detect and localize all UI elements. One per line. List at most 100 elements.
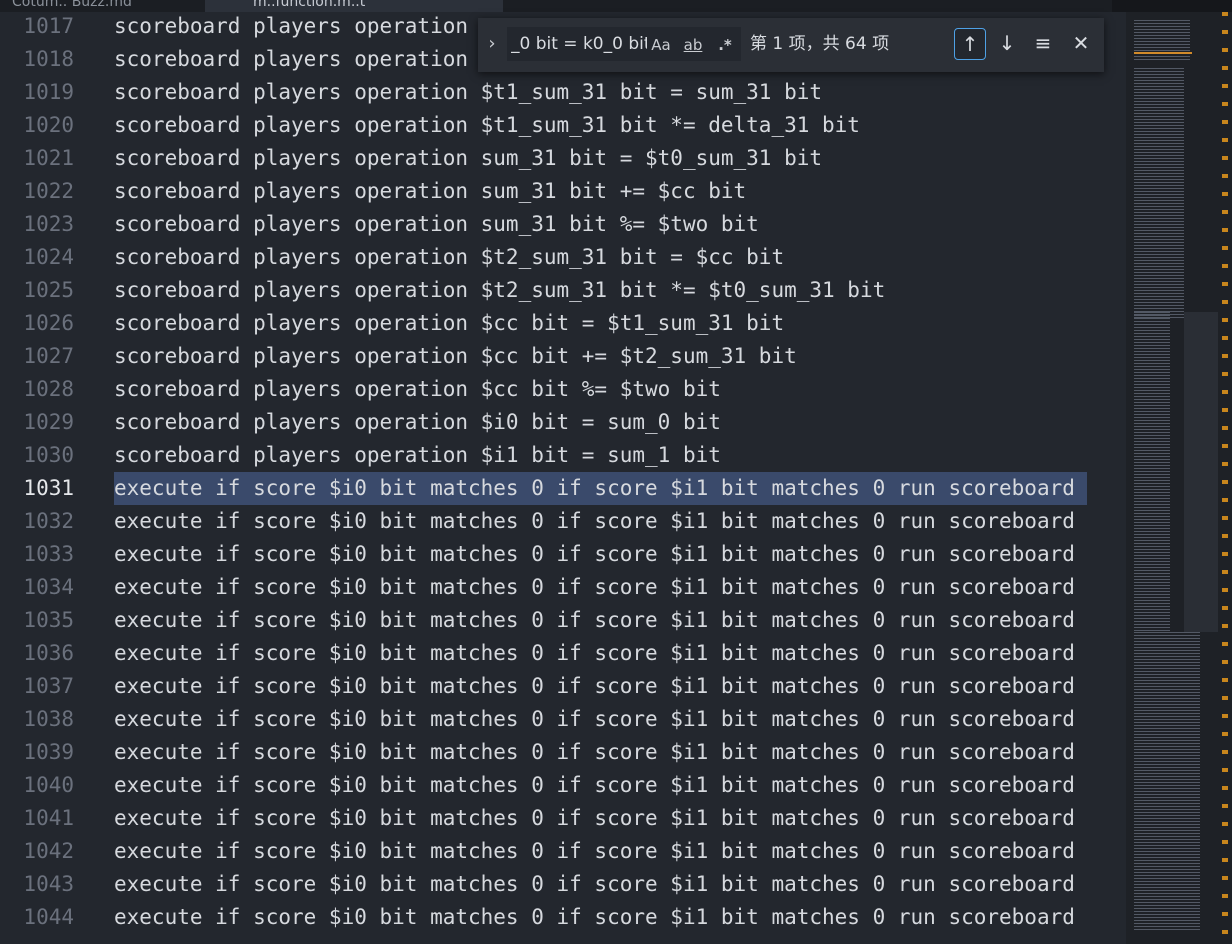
minimap-slider[interactable]: [1134, 52, 1192, 69]
code-line[interactable]: 1035 execute if score $i0 bit matches 0 i…: [0, 604, 1126, 637]
code-line[interactable]: 1019 scoreboard players operation $t1_sum…: [0, 76, 1126, 109]
line-code: scoreboard players operation $i0 bit = s…: [114, 410, 721, 434]
next-match-button[interactable]: ↓: [992, 28, 1022, 58]
tab-inactive[interactable]: Cotum.. Buzz.md: [0, 0, 204, 12]
code-line[interactable]: 1026 scoreboard players operation $cc bit…: [0, 307, 1126, 340]
line-number: 1032: [23, 509, 74, 533]
line-number: 1025: [23, 278, 74, 302]
line-number: 1042: [23, 839, 74, 863]
code-line[interactable]: 1034 execute if score $i0 bit matches 0 i…: [0, 571, 1126, 604]
line-code: scoreboard players operation $cc bit += …: [114, 344, 797, 368]
tab-bar: Cotum.. Buzz.md m..function.m..t: [0, 0, 1232, 12]
code-line[interactable]: 1028 scoreboard players operation $cc bit…: [0, 373, 1126, 406]
line-number: 1041: [23, 806, 74, 830]
code-line[interactable]: 1025 scoreboard players operation $t2_sum…: [0, 274, 1126, 307]
code-line[interactable]: 1027 scoreboard players operation $cc bit…: [0, 340, 1126, 373]
code-line[interactable]: 1030 scoreboard players operation $i1 bit…: [0, 439, 1126, 472]
line-code: scoreboard players operation: [114, 14, 469, 38]
previous-match-button[interactable]: ↑: [954, 28, 986, 60]
line-code: execute if score $i0 bit matches 0 if sc…: [114, 773, 1075, 797]
find-input-box: Aa ab .*: [506, 26, 742, 62]
line-number: 1040: [23, 773, 74, 797]
minimap-scrollbar[interactable]: [1184, 312, 1218, 632]
line-code: scoreboard players operation $t2_sum_31 …: [114, 278, 886, 302]
code-line[interactable]: 1041 execute if score $i0 bit matches 0 i…: [0, 802, 1126, 835]
line-number: 1029: [23, 410, 74, 434]
line-code: execute if score $i0 bit matches 0 if sc…: [114, 608, 1075, 632]
line-code: scoreboard players operation $cc bit %= …: [114, 377, 721, 401]
line-number: 1022: [23, 179, 74, 203]
line-number: 1023: [23, 212, 74, 236]
whole-word-toggle[interactable]: ab: [679, 33, 707, 57]
line-code: scoreboard players operation $cc bit = $…: [114, 311, 785, 335]
close-find-button[interactable]: ✕: [1066, 28, 1096, 58]
code-line[interactable]: 1022 scoreboard players operation sum_31 …: [0, 175, 1126, 208]
line-number: 1034: [23, 575, 74, 599]
line-code: execute if score $i0 bit matches 0 if sc…: [114, 472, 1087, 505]
code-line[interactable]: 1043 execute if score $i0 bit matches 0 i…: [0, 868, 1126, 901]
match-case-toggle[interactable]: Aa: [649, 33, 673, 57]
chevron-right-icon: ›: [488, 33, 496, 54]
code-line[interactable]: 1023 scoreboard players operation sum_31 …: [0, 208, 1126, 241]
code-line[interactable]: 1044 execute if score $i0 bit matches 0 i…: [0, 901, 1126, 934]
line-code: scoreboard players operation sum_31 bit …: [114, 146, 823, 170]
line-number: 1037: [23, 674, 74, 698]
line-code: scoreboard players operation sum_31 bit …: [114, 212, 759, 236]
find-input[interactable]: [511, 31, 647, 57]
line-number: 1035: [23, 608, 74, 632]
line-code: execute if score $i0 bit matches 0 if sc…: [114, 674, 1075, 698]
code-line[interactable]: 1039 execute if score $i0 bit matches 0 i…: [0, 736, 1126, 769]
find-toggle-replace-button[interactable]: ›: [482, 32, 502, 56]
code-line[interactable]: 1036 execute if score $i0 bit matches 0 i…: [0, 637, 1126, 670]
code-line[interactable]: 1042 execute if score $i0 bit matches 0 i…: [0, 835, 1126, 868]
find-widget: › Aa ab .* 第 1 项，共 64 项 ↑ ↓ ≡ ✕: [478, 18, 1104, 72]
code-line[interactable]: 1021 scoreboard players operation sum_31 …: [0, 142, 1126, 175]
line-number: 1026: [23, 311, 74, 335]
code-line[interactable]: 1040 execute if score $i0 bit matches 0 i…: [0, 769, 1126, 802]
line-code: execute if score $i0 bit matches 0 if sc…: [114, 542, 1075, 566]
line-number: 1024: [23, 245, 74, 269]
line-number: 1031: [23, 476, 74, 500]
code-line[interactable]: 1024 scoreboard players operation $t2_sum…: [0, 241, 1126, 274]
line-code: execute if score $i0 bit matches 0 if sc…: [114, 740, 1075, 764]
minimap-code-lower: [1134, 632, 1200, 932]
code-line[interactable]: 1033 execute if score $i0 bit matches 0 i…: [0, 538, 1126, 571]
line-code: execute if score $i0 bit matches 0 if sc…: [114, 509, 1075, 533]
line-code: scoreboard players operation: [114, 47, 469, 71]
close-icon: ✕: [1072, 31, 1090, 55]
line-code: execute if score $i0 bit matches 0 if sc…: [114, 641, 1075, 665]
line-number: 1043: [23, 872, 74, 896]
tab-active[interactable]: m..function.m..t: [205, 0, 503, 12]
line-code: execute if score $i0 bit matches 0 if sc…: [114, 839, 1075, 863]
arrow-down-icon: ↓: [998, 31, 1016, 55]
line-number: 1017: [23, 14, 74, 38]
code-line[interactable]: 1037 execute if score $i0 bit matches 0 i…: [0, 670, 1126, 703]
line-number: 1019: [23, 80, 74, 104]
find-result-count: 第 1 项，共 64 项: [750, 34, 890, 54]
line-code: execute if score $i0 bit matches 0 if sc…: [114, 575, 1075, 599]
arrow-up-icon: ↑: [961, 32, 979, 56]
line-number: 1044: [23, 905, 74, 929]
line-number: 1018: [23, 47, 74, 71]
code-line[interactable]: 1032 execute if score $i0 bit matches 0 i…: [0, 505, 1126, 538]
line-number: 1039: [23, 740, 74, 764]
line-code: scoreboard players operation $i1 bit = s…: [114, 443, 721, 467]
minimap-code-middle: [1134, 312, 1170, 632]
code-editor[interactable]: 1017 scoreboard players operation 1018 scor…: [0, 12, 1126, 944]
line-code: execute if score $i0 bit matches 0 if sc…: [114, 905, 1075, 929]
minimap-search-markers: [1222, 12, 1228, 944]
line-number: 1038: [23, 707, 74, 731]
code-line[interactable]: 1031 execute if score $i0 bit matches 0 i…: [0, 472, 1126, 505]
line-code: scoreboard players operation sum_31 bit …: [114, 179, 747, 203]
line-number: 1036: [23, 641, 74, 665]
line-number: 1021: [23, 146, 74, 170]
regex-toggle[interactable]: .*: [713, 33, 737, 57]
line-code: scoreboard players operation $t1_sum_31 …: [114, 113, 860, 137]
find-in-selection-button[interactable]: ≡: [1028, 28, 1058, 58]
minimap[interactable]: [1126, 12, 1232, 944]
code-line[interactable]: 1038 execute if score $i0 bit matches 0 i…: [0, 703, 1126, 736]
code-line[interactable]: 1029 scoreboard players operation $i0 bit…: [0, 406, 1126, 439]
code-line[interactable]: 1020 scoreboard players operation $t1_sum…: [0, 109, 1126, 142]
line-code: execute if score $i0 bit matches 0 if sc…: [114, 806, 1075, 830]
line-code: execute if score $i0 bit matches 0 if sc…: [114, 872, 1075, 896]
